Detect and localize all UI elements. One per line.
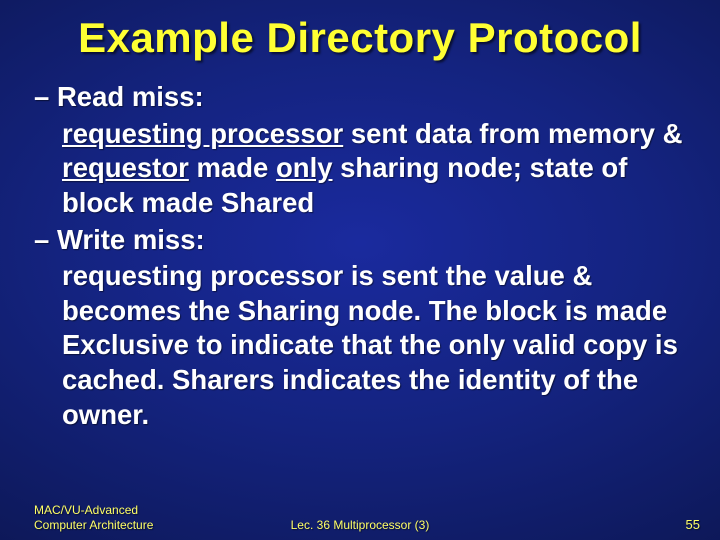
text: requesting processor is sent the value &…: [62, 260, 678, 430]
slide: Example Directory Protocol – Read miss: …: [0, 0, 720, 540]
footer-left-line1: MAC/VU-Advanced: [34, 503, 138, 517]
bullet-item: – Write miss:: [34, 223, 700, 258]
text: sent data from memory &: [343, 118, 682, 149]
bullet-sub: requesting processor sent data from memo…: [34, 117, 700, 221]
bullet-item: – Read miss:: [34, 80, 700, 115]
footer-center: Lec. 36 Multiprocessor (3): [0, 518, 720, 532]
bullet-label: Read miss:: [57, 81, 204, 112]
text-underline: requesting processor: [62, 118, 343, 149]
slide-title: Example Directory Protocol: [0, 14, 720, 62]
slide-body: – Read miss: requesting processor sent d…: [34, 80, 700, 434]
dash-icon: –: [34, 223, 49, 258]
bullet-sub: requesting processor is sent the value &…: [34, 259, 700, 432]
text-underline: requestor: [62, 152, 189, 183]
dash-icon: –: [34, 80, 49, 115]
bullet-label: Write miss:: [57, 224, 205, 255]
footer-page-number: 55: [686, 517, 700, 532]
text: made: [189, 152, 276, 183]
text-underline: only: [276, 152, 333, 183]
